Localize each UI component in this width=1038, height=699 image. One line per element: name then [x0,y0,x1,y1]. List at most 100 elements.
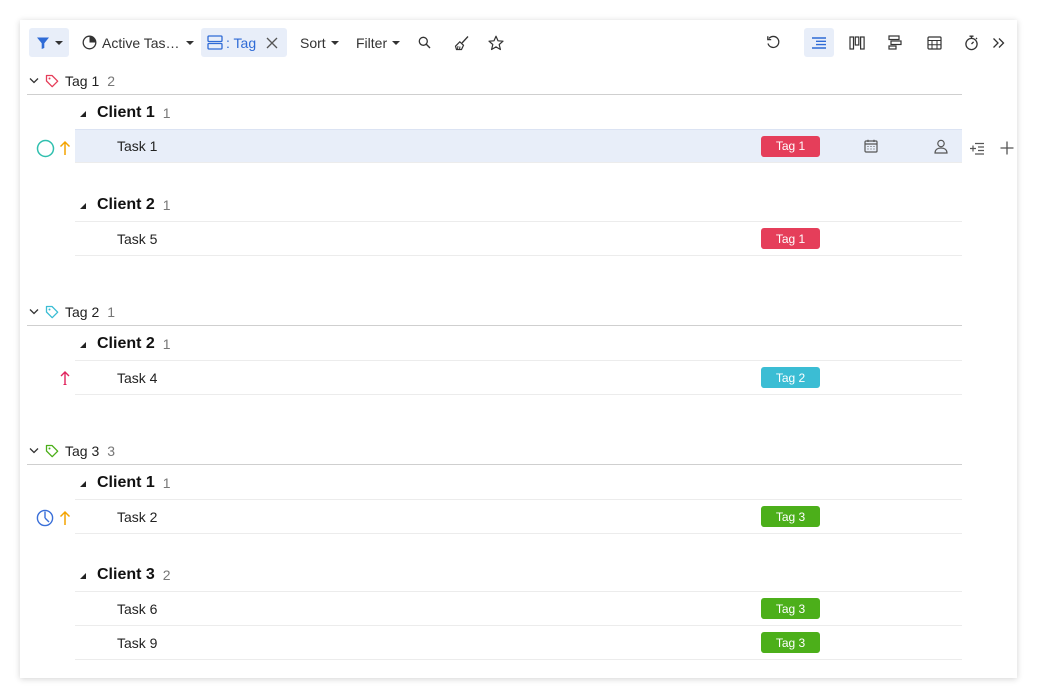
broom-icon [454,35,469,50]
tag-icon [45,444,59,458]
task-row[interactable]: Task 6 Tag 3 [75,592,962,626]
calendar-icon[interactable] [863,138,879,154]
collapse-triangle-icon[interactable] [80,480,86,487]
group-count: 3 [107,442,116,459]
status-circle-icon[interactable] [35,138,55,158]
add-task-plus-icon[interactable] [998,139,1016,157]
tag-badge[interactable]: Tag 2 [761,367,820,388]
subgroup-title: Client 1 [97,103,155,121]
task-name[interactable]: Task 9 [117,635,157,651]
timer-button[interactable] [962,28,980,57]
subgroup-count: 2 [162,566,171,583]
stopwatch-icon [964,35,978,50]
group-header-tag-3[interactable]: Tag 3 3 [27,437,962,465]
chevron-down-icon [392,40,401,45]
calendar-grid-icon [926,35,942,50]
sort-dropdown[interactable]: Sort [300,28,339,57]
add-subtask-icon[interactable] [968,139,986,157]
assignee-user-icon[interactable] [933,138,949,154]
board-view-icon [849,35,865,50]
collapse-triangle-icon[interactable] [80,202,86,209]
subgroup-title: Client 2 [97,195,155,213]
task-name[interactable]: Task 6 [117,601,157,617]
priority-arrow-up-icon[interactable] [58,368,72,388]
view-selector-label: Active Tas… [102,34,180,51]
subgroup-title: Client 1 [97,473,155,491]
subgroup-count: 1 [162,335,171,352]
tag-icon [45,305,59,319]
filter-label: Filter [356,34,388,51]
task-row[interactable]: Task 5 Tag 1 [75,222,962,256]
filter-dropdown-button[interactable] [29,28,69,57]
group-count: 2 [107,72,116,89]
subgroup-title: Client 3 [97,565,155,583]
status-in-progress-icon[interactable] [35,508,55,528]
task-list-panel: Active Tas… : Tag Sort Filter Tag 1 2 Cl… [20,20,1017,678]
clear-button[interactable] [454,28,470,57]
subgroup-count: 1 [162,196,171,213]
chevron-down-icon[interactable] [27,77,41,84]
tag-badge[interactable]: Tag 3 [761,506,820,527]
subgroup-header-client-1[interactable]: Client 1 1 [75,466,962,500]
board-view-button[interactable] [848,28,866,57]
chevron-down-icon[interactable] [27,447,41,454]
group-header-tag-1[interactable]: Tag 1 2 [27,67,962,95]
task-name[interactable]: Task 5 [117,231,157,247]
subgroup-title: Client 2 [97,334,155,352]
tag-badge[interactable]: Tag 3 [761,632,820,653]
group-title: Tag 3 [65,442,100,459]
task-row[interactable]: Task 2 Tag 3 [75,500,962,534]
task-row[interactable]: Task 1 Tag 1 [75,129,962,163]
tag-badge[interactable]: Tag 1 [761,228,820,249]
priority-arrow-up-icon[interactable] [58,508,72,528]
group-title: Tag 1 [65,72,100,89]
expand-more-button[interactable] [990,28,1006,57]
favorite-button[interactable] [488,28,504,57]
tag-badge[interactable]: Tag 3 [761,598,820,619]
tag-icon [45,74,59,88]
sort-label: Sort [300,34,326,51]
collapse-triangle-icon[interactable] [80,572,86,579]
task-row[interactable]: Task 4 Tag 2 [75,361,962,395]
list-view-button[interactable] [804,28,834,57]
refresh-button[interactable] [764,28,782,57]
refresh-icon [766,35,779,49]
filter-dropdown[interactable]: Filter [356,28,401,57]
chevron-down-icon [54,40,63,45]
group-by-label: : Tag [226,34,257,51]
group-title: Tag 2 [65,303,100,320]
priority-arrow-up-icon[interactable] [58,138,72,158]
subgroup-count: 1 [162,104,171,121]
group-by-chip[interactable]: : Tag [201,28,287,57]
view-selector[interactable]: Active Tas… [82,28,194,57]
chevron-down-icon[interactable] [27,308,41,315]
chevron-down-icon [185,40,194,45]
toolbar: Active Tas… : Tag Sort Filter [20,28,1017,58]
collapse-triangle-icon[interactable] [80,341,86,348]
search-button[interactable] [416,28,432,57]
subgroup-header-client-2[interactable]: Client 2 1 [75,327,962,361]
tag-badge[interactable]: Tag 1 [761,135,820,157]
chevron-down-icon [330,40,339,45]
calendar-view-button[interactable] [925,28,943,57]
search-icon [418,36,430,49]
task-name[interactable]: Task 2 [117,509,157,525]
list-view-icon [812,36,826,49]
close-icon[interactable] [266,37,278,49]
group-rows-icon [207,35,223,50]
subgroup-header-client-3[interactable]: Client 3 2 [75,558,962,592]
subgroup-header-client-1[interactable]: Client 1 1 [75,96,962,130]
subgroup-header-client-2[interactable]: Client 2 1 [75,188,962,222]
task-row[interactable]: Task 9 Tag 3 [75,626,962,660]
gantt-view-button[interactable] [886,28,904,57]
double-chevron-right-icon [992,37,1004,48]
funnel-icon [36,37,49,49]
collapse-triangle-icon[interactable] [80,110,86,117]
group-header-tag-2[interactable]: Tag 2 1 [27,298,962,326]
subgroup-count: 1 [162,474,171,491]
gantt-view-icon [888,35,902,50]
pie-chart-icon [82,35,97,50]
star-icon [488,35,504,50]
task-name[interactable]: Task 4 [117,370,157,386]
task-name[interactable]: Task 1 [117,138,157,154]
